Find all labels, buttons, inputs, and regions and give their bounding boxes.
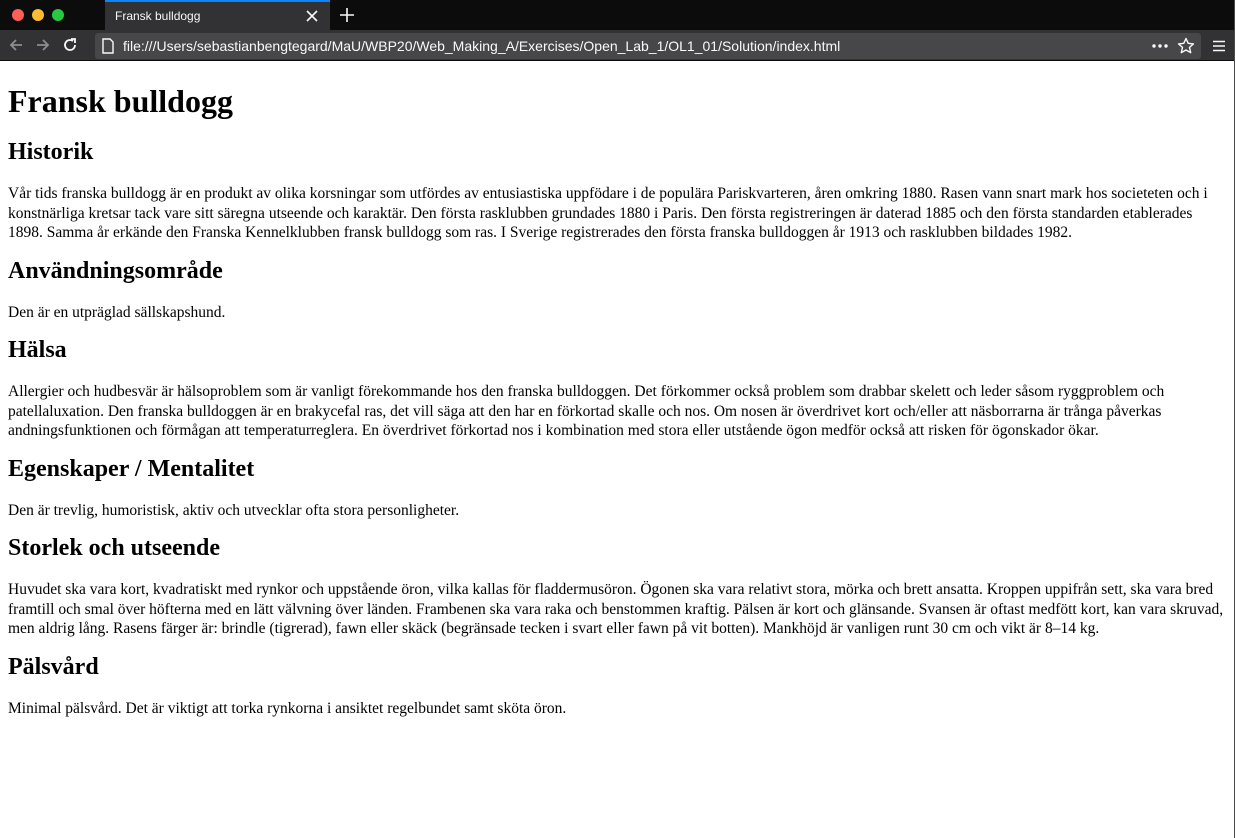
url-text[interactable]: file:///Users/sebastianbengtegard/MaU/WB… [123, 38, 1151, 54]
window-close-button[interactable] [12, 9, 24, 21]
more-icon[interactable] [1151, 43, 1169, 49]
section-text-storlek: Huvudet ska vara kort, kvadratiskt med r… [8, 581, 1224, 637]
page-title: Fransk bulldogg [8, 83, 233, 119]
browser-window: Fransk bulldogg file:///Users/sebastianb… [0, 0, 1235, 838]
close-icon[interactable] [304, 8, 320, 24]
section-heading-anvandningsomrade: Användningsområde [8, 257, 223, 284]
section-text-halsa: Allergier och hudbesvär är hälsoproblem … [8, 383, 1165, 439]
page-content: Fransk bulldogg Historik Vår tids fransk… [0, 62, 1234, 838]
forward-icon[interactable] [32, 34, 54, 56]
section-text-palsvard: Minimal pälsvård. Det är viktigt att tor… [8, 699, 567, 717]
reload-icon[interactable] [59, 34, 81, 56]
window-controls [12, 9, 64, 21]
section-text-egenskaper: Den är trevlig, humoristisk, aktiv och u… [8, 501, 460, 519]
star-icon[interactable] [1177, 37, 1195, 55]
tab-active[interactable]: Fransk bulldogg [105, 0, 330, 30]
hamburger-menu-icon[interactable] [1208, 35, 1230, 57]
tab-strip: Fransk bulldogg [0, 0, 1234, 30]
plus-icon[interactable] [336, 4, 358, 26]
section-heading-storlek: Storlek och utseende [8, 535, 220, 561]
section-heading-egenskaper: Egenskaper / Mentalitet [8, 455, 255, 482]
section-heading-halsa: Hälsa [8, 337, 67, 363]
window-maximize-button[interactable] [52, 9, 64, 21]
url-actions [1151, 37, 1195, 55]
section-text-anvandningsomrade: Den är en utpräglad sällskapshund. [8, 303, 226, 321]
url-bar[interactable]: file:///Users/sebastianbengtegard/MaU/WB… [95, 33, 1201, 59]
window-minimize-button[interactable] [32, 9, 44, 21]
section-heading-palsvard: Pälsvård [8, 653, 99, 680]
back-icon[interactable] [5, 34, 27, 56]
section-heading-historik: Historik [8, 139, 94, 165]
tab-title: Fransk bulldogg [115, 9, 201, 23]
page-icon [101, 38, 115, 54]
section-text-historik: Vår tids franska bulldogg är en produkt … [8, 185, 1208, 241]
